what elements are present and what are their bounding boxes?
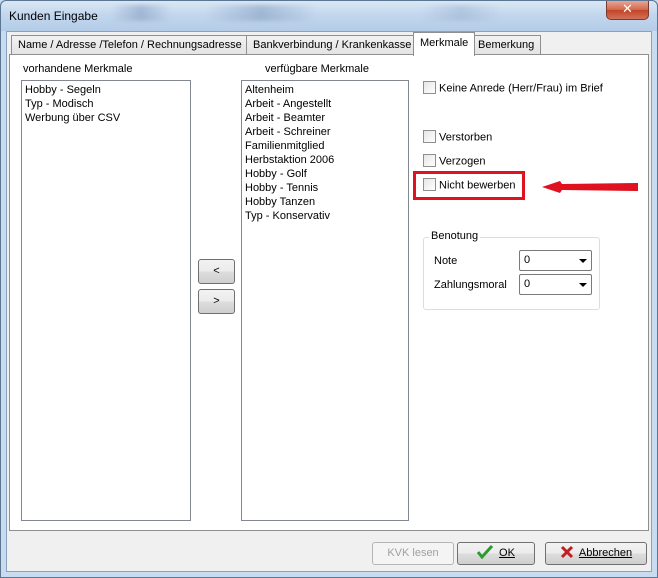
list-item[interactable]: Typ - Modisch [25,97,187,111]
tab-merkmale[interactable]: Merkmale [413,32,476,56]
close-icon: ✕ [622,2,633,17]
note-dropdown[interactable]: 0 [519,250,592,271]
list-item[interactable]: Hobby - Segeln [25,83,187,97]
tab-label: Bankverbindung / Krankenkasse [253,39,412,51]
tab-label: Bemerkung [478,39,535,51]
verfuegbare-merkmale-label: verfügbare Merkmale [265,63,369,75]
list-item[interactable]: Hobby - Tennis [245,181,405,195]
checkbox-box[interactable] [423,130,436,143]
list-item[interactable]: Arbeit - Schreiner [245,125,405,139]
cancel-x-icon [560,546,573,559]
list-item[interactable]: Altenheim [245,83,405,97]
merkmale-panel: vorhandene Merkmale Hobby - Segeln Typ -… [9,54,649,531]
list-item[interactable]: Arbeit - Angestellt [245,97,405,111]
dropdown-arrow-icon [579,259,587,263]
zahlungsmoral-value: 0 [524,278,531,290]
ok-label: OK [499,547,515,559]
kvk-lesen-button[interactable]: KVK lesen [372,542,454,565]
tab-bankverbindung[interactable]: Bankverbindung / Krankenkasse [246,35,419,55]
vorhandene-merkmale-label: vorhandene Merkmale [23,63,133,75]
window-title: Kunden Eingabe [9,9,98,23]
abbrechen-button[interactable]: Abbrechen [545,542,647,565]
keine-anrede-label: Keine Anrede (Herr/Frau) im Brief [439,82,603,95]
verfuegbare-merkmale-list[interactable]: Altenheim Arbeit - Angestellt Arbeit - B… [241,80,409,521]
note-value: 0 [524,254,531,266]
tab-name-adresse[interactable]: Name / Adresse /Telefon / Rechnungsadres… [11,35,249,55]
dialog-client-area: Name / Adresse /Telefon / Rechnungsadres… [6,31,652,572]
blurred-title-area [111,5,171,21]
zahlungsmoral-label: Zahlungsmoral [434,279,507,291]
checkbox-box[interactable] [423,154,436,167]
move-left-button[interactable]: < [198,259,235,284]
abbrechen-label: Abbrechen [578,547,633,559]
benotung-title: Benotung [429,230,481,242]
title-bar[interactable]: Kunden Eingabe ✕ [1,1,657,31]
tab-label: Name / Adresse /Telefon / Rechnungsadres… [18,39,242,51]
move-left-label: < [213,265,220,277]
dialog-window: Kunden Eingabe ✕ Name / Adresse /Telefon… [0,0,658,578]
list-item[interactable]: Werbung über CSV [25,111,187,125]
list-item[interactable]: Hobby Tanzen [245,195,405,209]
ok-button[interactable]: OK [457,542,535,565]
list-item[interactable]: Herbstaktion 2006 [245,153,405,167]
list-item[interactable]: Arbeit - Beamter [245,111,405,125]
keine-anrede-checkbox[interactable]: Keine Anrede (Herr/Frau) im Brief [423,81,603,96]
blurred-title-area [206,5,316,21]
verstorben-label: Verstorben [439,131,493,144]
close-button[interactable]: ✕ [606,1,649,20]
annotation-arrow-icon [542,181,638,193]
dropdown-arrow-icon [579,283,587,287]
highlight-box [413,171,525,200]
checkmark-icon [476,545,494,560]
tab-label: Merkmale [420,37,469,49]
vorhandene-merkmale-list[interactable]: Hobby - Segeln Typ - Modisch Werbung übe… [21,80,191,521]
benotung-group: Benotung Note 0 Zahlungsmoral 0 [423,230,600,310]
verzogen-checkbox[interactable]: Verzogen [423,154,486,169]
list-item[interactable]: Familienmitglied [245,139,405,153]
zahlungsmoral-dropdown[interactable]: 0 [519,274,592,295]
list-item[interactable]: Hobby - Golf [245,167,405,181]
verstorben-checkbox[interactable]: Verstorben [423,130,493,145]
blurred-title-area [421,5,501,21]
move-right-button[interactable]: > [198,289,235,314]
note-label: Note [434,255,458,267]
kvk-lesen-label: KVK lesen [387,547,439,559]
verzogen-label: Verzogen [439,155,486,168]
list-item[interactable]: Typ - Konservativ [245,209,405,223]
tab-bemerkung[interactable]: Bemerkung [471,35,542,55]
move-right-label: > [213,295,220,307]
checkbox-box[interactable] [423,81,436,94]
